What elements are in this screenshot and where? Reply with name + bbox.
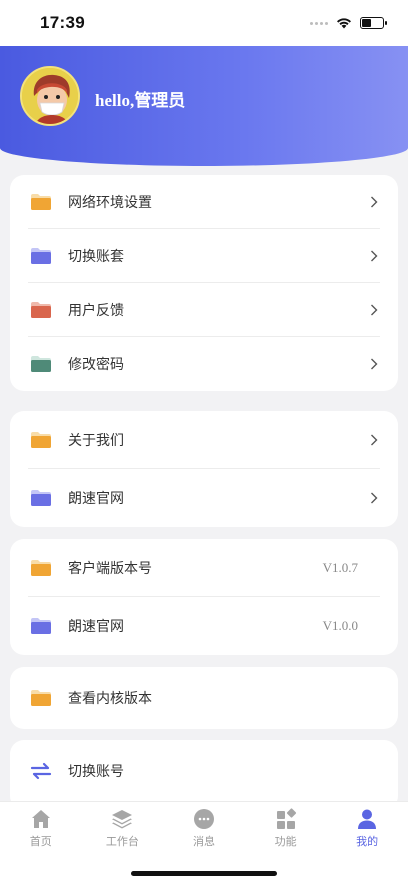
swap-arrows-icon (30, 762, 52, 780)
tab-label: 消息 (192, 836, 215, 848)
tab-messages[interactable]: 消息 (163, 802, 245, 852)
menu-item-label: 用户反馈 (68, 301, 124, 318)
menu-item-label: 朗速官网 (68, 618, 124, 634)
status-icons (310, 17, 387, 29)
avatar-illustration-icon (22, 68, 78, 124)
layers-icon (112, 810, 133, 829)
tab-label: 功能 (274, 836, 297, 848)
avatar[interactable] (20, 66, 80, 126)
chat-bubble-icon (193, 809, 214, 829)
menu-item-label: 客户端版本号 (68, 559, 152, 576)
chevron-right-icon (371, 196, 378, 207)
menu-item-user-feedback[interactable]: 用户反馈 (28, 283, 380, 337)
menu-item-label: 切换账号 (68, 763, 124, 779)
greeting-text: hello,管理员 (95, 91, 186, 110)
tab-label: 我的 (356, 836, 379, 848)
menu-item-label: 网络环境设置 (68, 193, 152, 210)
menu-item-switch-account-set[interactable]: 切换账套 (28, 229, 380, 283)
client-version-value: V1.0.7 (322, 559, 358, 575)
menu-item-switch-account[interactable]: 切换账号 (28, 740, 380, 802)
chevron-right-icon (371, 358, 378, 370)
menu-item-change-password[interactable]: 修改密码 (28, 337, 380, 391)
menu-item-client-version: 客户端版本号 V1.0.7 (28, 539, 380, 597)
battery-icon (360, 17, 387, 29)
chevron-right-icon (371, 492, 378, 504)
menu-item-network-settings[interactable]: 网络环境设置 (28, 175, 380, 229)
kernel-card: 查看内核版本 (10, 667, 398, 729)
tab-home[interactable]: 首页 (0, 802, 82, 852)
menu-item-kernel-version[interactable]: 查看内核版本 (28, 667, 380, 729)
folder-orange-icon (31, 559, 51, 576)
menu-item-official-website[interactable]: 朗速官网 (28, 469, 380, 527)
tab-workbench[interactable]: 工作台 (82, 802, 164, 852)
chevron-right-icon (371, 434, 378, 445)
folder-green-icon (31, 356, 51, 372)
menu-item-label: 查看内核版本 (68, 690, 152, 706)
menu-item-label: 修改密码 (68, 356, 124, 372)
menu-item-label: 朗速官网 (68, 490, 124, 506)
tab-mine[interactable]: 我的 (326, 802, 408, 852)
status-bar: 17:39 (0, 0, 408, 46)
folder-orange-icon (31, 193, 51, 210)
folder-purple-icon (31, 247, 51, 264)
folder-purple-icon (31, 618, 51, 634)
chevron-right-icon (371, 250, 378, 261)
wifi-icon (337, 18, 351, 29)
cellular-signal-icon (310, 21, 328, 25)
folder-orange-icon (31, 690, 51, 706)
chevron-right-icon (371, 304, 378, 315)
user-icon (358, 809, 377, 829)
menu-item-label: 切换账套 (68, 247, 124, 264)
tab-label: 首页 (29, 836, 52, 848)
menu-item-website-version: 朗速官网 V1.0.0 (28, 597, 380, 655)
folder-purple-icon (31, 490, 51, 506)
menu-item-label: 关于我们 (68, 431, 124, 448)
tab-functions[interactable]: 功能 (245, 802, 327, 852)
switch-account-card: 切换账号 (10, 740, 398, 810)
version-card: 客户端版本号 V1.0.7 朗速官网 V1.0.0 (10, 539, 398, 655)
settings-card-2: 关于我们 朗速官网 (10, 411, 398, 527)
apps-grid-icon (276, 808, 296, 829)
settings-card-1: 网络环境设置 切换账套 用户反馈 修改密码 (10, 175, 398, 391)
home-icon (31, 810, 50, 828)
tab-label: 工作台 (105, 836, 139, 848)
folder-orange-icon (31, 431, 51, 448)
folder-red-icon (31, 301, 51, 318)
website-version-value: V1.0.0 (322, 618, 358, 633)
bottom-tab-bar: 首页 工作台 消息 功能 我的 (0, 801, 408, 883)
profile-header: hello,管理员 (0, 46, 408, 166)
home-indicator (131, 871, 277, 876)
status-time: 17:39 (40, 13, 85, 32)
menu-item-about-us[interactable]: 关于我们 (28, 411, 380, 469)
